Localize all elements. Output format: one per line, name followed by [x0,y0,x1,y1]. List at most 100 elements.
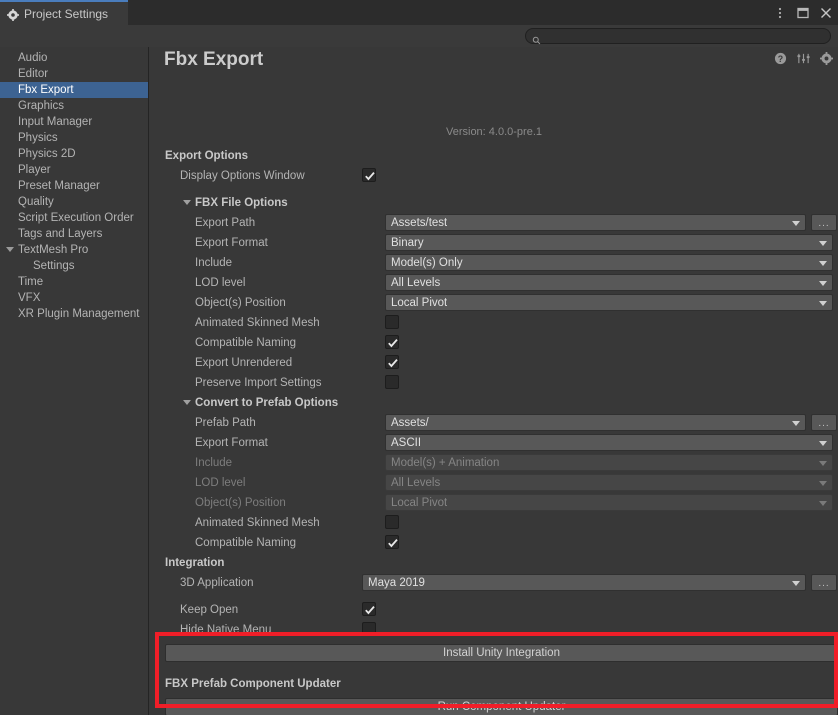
sidebar-item-script-execution-order[interactable]: Script Execution Order [0,210,148,226]
sidebar-item-label: Preset Manager [18,180,100,192]
sidebar-item-physics-2d[interactable]: Physics 2D [0,146,148,162]
label-include: Include [195,256,232,270]
chevron-down-icon [819,261,827,266]
label-hide-native-menu: Hide Native Menu [180,623,271,637]
sidebar-item-label: Editor [18,68,48,80]
dropdown-object-s-position[interactable]: Local Pivot [385,294,833,311]
run-component-updater-button[interactable]: Run Component Updater [165,698,838,715]
search-icon [532,32,541,41]
preset-sliders-icon[interactable] [797,52,810,65]
chevron-down-icon [819,301,827,306]
sidebar-item-label: VFX [18,292,40,304]
sidebar-item-vfx[interactable]: VFX [0,290,148,306]
search-input[interactable] [541,29,821,43]
checkbox-display-options-window[interactable] [362,168,376,182]
sidebar-item-label: Graphics [18,100,64,112]
dropdown-lod-level[interactable]: All Levels [385,274,833,291]
sidebar-item-label: Input Manager [18,116,92,128]
sidebar-item-graphics[interactable]: Graphics [0,98,148,114]
browse-button-3d-application[interactable]: ... [811,574,837,591]
dropdown-value: Binary [386,237,424,249]
sidebar-item-input-manager[interactable]: Input Manager [0,114,148,130]
label-export-unrendered: Export Unrendered [195,356,292,370]
section-header-component-updater: FBX Prefab Component Updater [165,677,341,691]
dropdown-include[interactable]: Model(s) Only [385,254,833,271]
dropdown-export-format[interactable]: ASCII [385,434,833,451]
sidebar-item-physics[interactable]: Physics [0,130,148,146]
dropdown-value: Maya 2019 [363,577,425,589]
sidebar-item-label: TextMesh Pro [18,244,88,256]
search-box[interactable] [525,28,831,44]
sidebar-item-time[interactable]: Time [0,274,148,290]
dropdown-value: Model(s) + Animation [386,457,499,469]
checkbox-preserve-import-settings[interactable] [385,375,399,389]
chevron-down-icon[interactable] [183,200,191,205]
dropdown-prefab-path[interactable]: Assets/ [385,414,806,431]
sidebar-item-label: Tags and Layers [18,228,102,240]
sidebar-item-preset-manager[interactable]: Preset Manager [0,178,148,194]
dropdown-value: All Levels [386,277,440,289]
sidebar-item-tags-and-layers[interactable]: Tags and Layers [0,226,148,242]
maximize-icon[interactable] [796,6,810,20]
checkbox-compatible-naming[interactable] [385,335,399,349]
help-icon[interactable]: ? [774,52,787,65]
label-animated-skinned-mesh: Animated Skinned Mesh [195,516,320,530]
checkbox-export-unrendered[interactable] [385,355,399,369]
dropdown-include: Model(s) + Animation [385,454,833,471]
chevron-down-icon [819,481,827,486]
install-unity-integration-button[interactable]: Install Unity Integration [165,644,838,662]
chevron-down-icon[interactable] [183,400,191,405]
dropdown-value: Assets/ [386,417,429,429]
tab-label: Project Settings [24,7,108,21]
label-export-path: Export Path [195,216,255,230]
tab-project-settings[interactable]: Project Settings [0,0,128,25]
browse-button-prefab-path[interactable]: ... [811,414,837,431]
project-settings-window: Project Settings [0,0,838,715]
sidebar-item-editor[interactable]: Editor [0,66,148,82]
label-lod-level: LOD level [195,476,246,490]
settings-sidebar[interactable]: Audio Editor Fbx Export Graphics Input Manag… [0,47,149,715]
sidebar-item-label: Physics [18,132,58,144]
dropdown-export-path[interactable]: Assets/test [385,214,806,231]
checkbox-animated-skinned-mesh[interactable] [385,515,399,529]
dropdown-3d-application[interactable]: Maya 2019 [362,574,806,591]
svg-text:?: ? [778,54,783,64]
label-export-format: Export Format [195,436,268,450]
window-tabbar: Project Settings [0,0,838,25]
checkbox-compatible-naming[interactable] [385,535,399,549]
checkbox-keep-open[interactable] [362,602,376,616]
gear-icon[interactable] [820,52,833,65]
sidebar-item-audio[interactable]: Audio [0,50,148,66]
sidebar-item-xr-plugin-management[interactable]: XR Plugin Management [0,306,148,322]
chevron-down-icon [792,581,800,586]
dropdown-value: Local Pivot [386,297,447,309]
label-object-s-position: Object(s) Position [195,496,286,510]
sidebar-item-quality[interactable]: Quality [0,194,148,210]
label-animated-skinned-mesh: Animated Skinned Mesh [195,316,320,330]
chevron-down-icon [792,421,800,426]
label-prefab-path: Prefab Path [195,416,256,430]
sidebar-item-textmesh-pro[interactable]: TextMesh Pro [0,242,148,258]
search-row [0,25,838,47]
sidebar-item-fbx-export[interactable]: Fbx Export [0,82,148,98]
gear-icon [7,8,19,20]
checkbox-animated-skinned-mesh[interactable] [385,315,399,329]
checkbox-hide-native-menu[interactable] [362,622,376,636]
dropdown-export-format[interactable]: Binary [385,234,833,251]
close-icon[interactable] [819,6,833,20]
chevron-down-icon[interactable] [6,247,14,252]
sidebar-item-player[interactable]: Player [0,162,148,178]
dropdown-lod-level: All Levels [385,474,833,491]
browse-button-export-path[interactable]: ... [811,214,837,231]
chevron-down-icon [819,501,827,506]
settings-content-panel: Fbx Export ? [150,47,838,715]
dropdown-value: All Levels [386,477,440,489]
panel-header-icons: ? [774,52,833,65]
dropdown-value: Local Pivot [386,497,447,509]
version-label: Version: 4.0.0-pre.1 [150,126,838,138]
chevron-down-icon [819,461,827,466]
sidebar-item-settings[interactable]: Settings [0,258,148,274]
kebab-menu-icon[interactable] [773,6,787,20]
label-lod-level: LOD level [195,276,246,290]
label-preserve-import-settings: Preserve Import Settings [195,376,322,390]
